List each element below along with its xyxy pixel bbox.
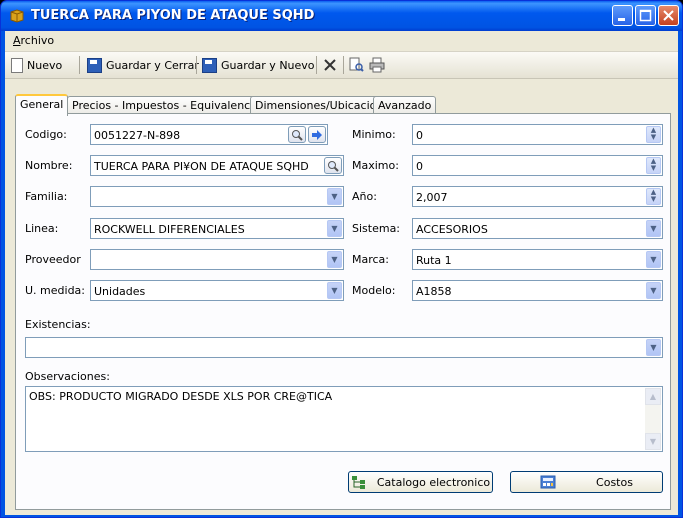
- maximo-spinner[interactable]: 0 ▲ ▼: [412, 155, 663, 176]
- tab-avanzado[interactable]: Avanzado: [373, 96, 437, 114]
- proveedor-label: Proveedor: [25, 253, 81, 266]
- observaciones-label: Observaciones:: [25, 370, 110, 383]
- chevron-down-icon[interactable]: ▼: [646, 282, 661, 299]
- modelo-label: Modelo:: [352, 284, 396, 297]
- chevron-down-icon[interactable]: ▼: [327, 282, 342, 299]
- guardar-nuevo-button[interactable]: Guardar y Nuevo: [202, 56, 315, 74]
- title-bar[interactable]: TUERCA PARA PIYON DE ATAQUE SQHD: [1, 1, 682, 31]
- minimize-button[interactable]: [612, 5, 633, 26]
- nombre-field[interactable]: TUERCA PARA PI¥ON DE ATAQUE SQHD: [90, 155, 344, 176]
- save-icon: [202, 57, 217, 73]
- chevron-down-icon[interactable]: ▼: [646, 220, 661, 237]
- printer-icon: [369, 57, 385, 73]
- chevron-down-icon[interactable]: ▼: [327, 251, 342, 268]
- chevron-down-icon[interactable]: ▼: [327, 188, 342, 205]
- new-document-icon: [11, 57, 23, 73]
- toolbar-separator: [196, 56, 197, 74]
- general-panel: Codigo: 0051227-N-898 Nombre: TUERCA PAR…: [15, 113, 671, 510]
- catalog-tree-icon: [351, 476, 365, 489]
- print-button[interactable]: [369, 56, 385, 74]
- maximize-button[interactable]: [635, 5, 656, 26]
- search-icon: [328, 160, 339, 172]
- nombre-search-button[interactable]: [324, 157, 342, 174]
- sistema-label: Sistema:: [352, 222, 401, 235]
- codigo-go-button[interactable]: [308, 126, 326, 143]
- modelo-select[interactable]: A1858 ▼: [412, 280, 663, 301]
- sistema-select[interactable]: ACCESORIOS ▼: [412, 218, 663, 239]
- familia-select[interactable]: ▼: [90, 186, 344, 207]
- linea-select[interactable]: ROCKWELL DIFERENCIALES ▼: [90, 218, 344, 239]
- nombre-label: Nombre:: [25, 159, 73, 172]
- spinner-arrows-icon[interactable]: ▲ ▼: [646, 188, 661, 205]
- chevron-down-icon[interactable]: ▼: [646, 251, 661, 268]
- minimo-spinner[interactable]: 0 ▲ ▼: [412, 124, 663, 145]
- tab-general[interactable]: General: [15, 94, 69, 116]
- observaciones-scrollbar[interactable]: ▲ ▼: [645, 388, 661, 450]
- codigo-field[interactable]: 0051227-N-898: [90, 124, 328, 145]
- menu-archivo[interactable]: Archivo: [13, 34, 54, 47]
- calculator-icon: [540, 475, 556, 489]
- toolbar: Nuevo Guardar y Cerrar Guardar y Nuevo: [5, 52, 678, 79]
- codigo-search-button[interactable]: [288, 126, 306, 143]
- chevron-down-icon[interactable]: ▼: [646, 339, 661, 356]
- toolbar-separator: [79, 56, 80, 74]
- spinner-arrows-icon[interactable]: ▲ ▼: [646, 157, 661, 174]
- spinner-arrows-icon[interactable]: ▲ ▼: [646, 126, 661, 143]
- delete-icon: [324, 59, 336, 71]
- umedida-label: U. medida:: [25, 284, 85, 297]
- print-preview-icon: [349, 57, 364, 72]
- maximize-icon: [639, 9, 652, 22]
- print-preview-button[interactable]: [348, 56, 364, 74]
- existencias-select[interactable]: ▼: [25, 337, 663, 358]
- nuevo-button[interactable]: Nuevo: [11, 56, 62, 74]
- umedida-select[interactable]: Unidades ▼: [90, 280, 344, 301]
- chevron-down-icon[interactable]: ▼: [327, 220, 342, 237]
- tab-precios[interactable]: Precios - Impuestos - Equivalencias: [67, 96, 271, 114]
- window-frame-right: [678, 31, 682, 517]
- anio-spinner[interactable]: 2,007 ▲ ▼: [412, 186, 663, 207]
- minimo-label: Minimo:: [352, 128, 396, 141]
- close-button[interactable]: [658, 5, 679, 26]
- linea-label: Linea:: [25, 222, 59, 235]
- observaciones-textarea[interactable]: OBS: PRODUCTO MIGRADO DESDE XLS POR CRE@…: [25, 386, 663, 452]
- tab-dimensiones[interactable]: Dimensiones/Ubicacion: [250, 96, 389, 114]
- close-icon: [663, 10, 674, 21]
- proveedor-select[interactable]: ▼: [90, 249, 344, 270]
- save-icon: [87, 57, 102, 73]
- marca-select[interactable]: Ruta 1 ▼: [412, 249, 663, 270]
- familia-label: Familia:: [25, 190, 68, 203]
- toolbar-separator: [343, 56, 344, 74]
- costos-button[interactable]: Costos: [510, 471, 663, 493]
- guardar-cerrar-button[interactable]: Guardar y Cerrar: [87, 56, 199, 74]
- window-title: TUERCA PARA PIYON DE ATAQUE SQHD: [31, 8, 315, 23]
- toolbar-separator: [316, 56, 317, 74]
- maximo-label: Maximo:: [352, 159, 399, 172]
- anio-label: Año:: [352, 190, 377, 203]
- arrow-right-icon: [312, 129, 322, 140]
- menu-bar: Archivo: [5, 31, 678, 52]
- existencias-label: Existencias:: [25, 318, 91, 331]
- scroll-down-icon[interactable]: ▼: [645, 433, 661, 450]
- app-icon: [10, 9, 24, 23]
- delete-button[interactable]: [323, 56, 337, 74]
- minimize-icon: [618, 18, 625, 21]
- client-area: Archivo Nuevo Guardar y Cerrar Guardar y…: [5, 31, 678, 515]
- window: TUERCA PARA PIYON DE ATAQUE SQHD Archivo…: [0, 0, 683, 518]
- search-icon: [292, 129, 303, 141]
- codigo-label: Codigo:: [25, 128, 67, 141]
- catalogo-electronico-button[interactable]: Catalogo electronico: [348, 471, 493, 493]
- scroll-up-icon[interactable]: ▲: [645, 388, 661, 405]
- marca-label: Marca:: [352, 253, 390, 266]
